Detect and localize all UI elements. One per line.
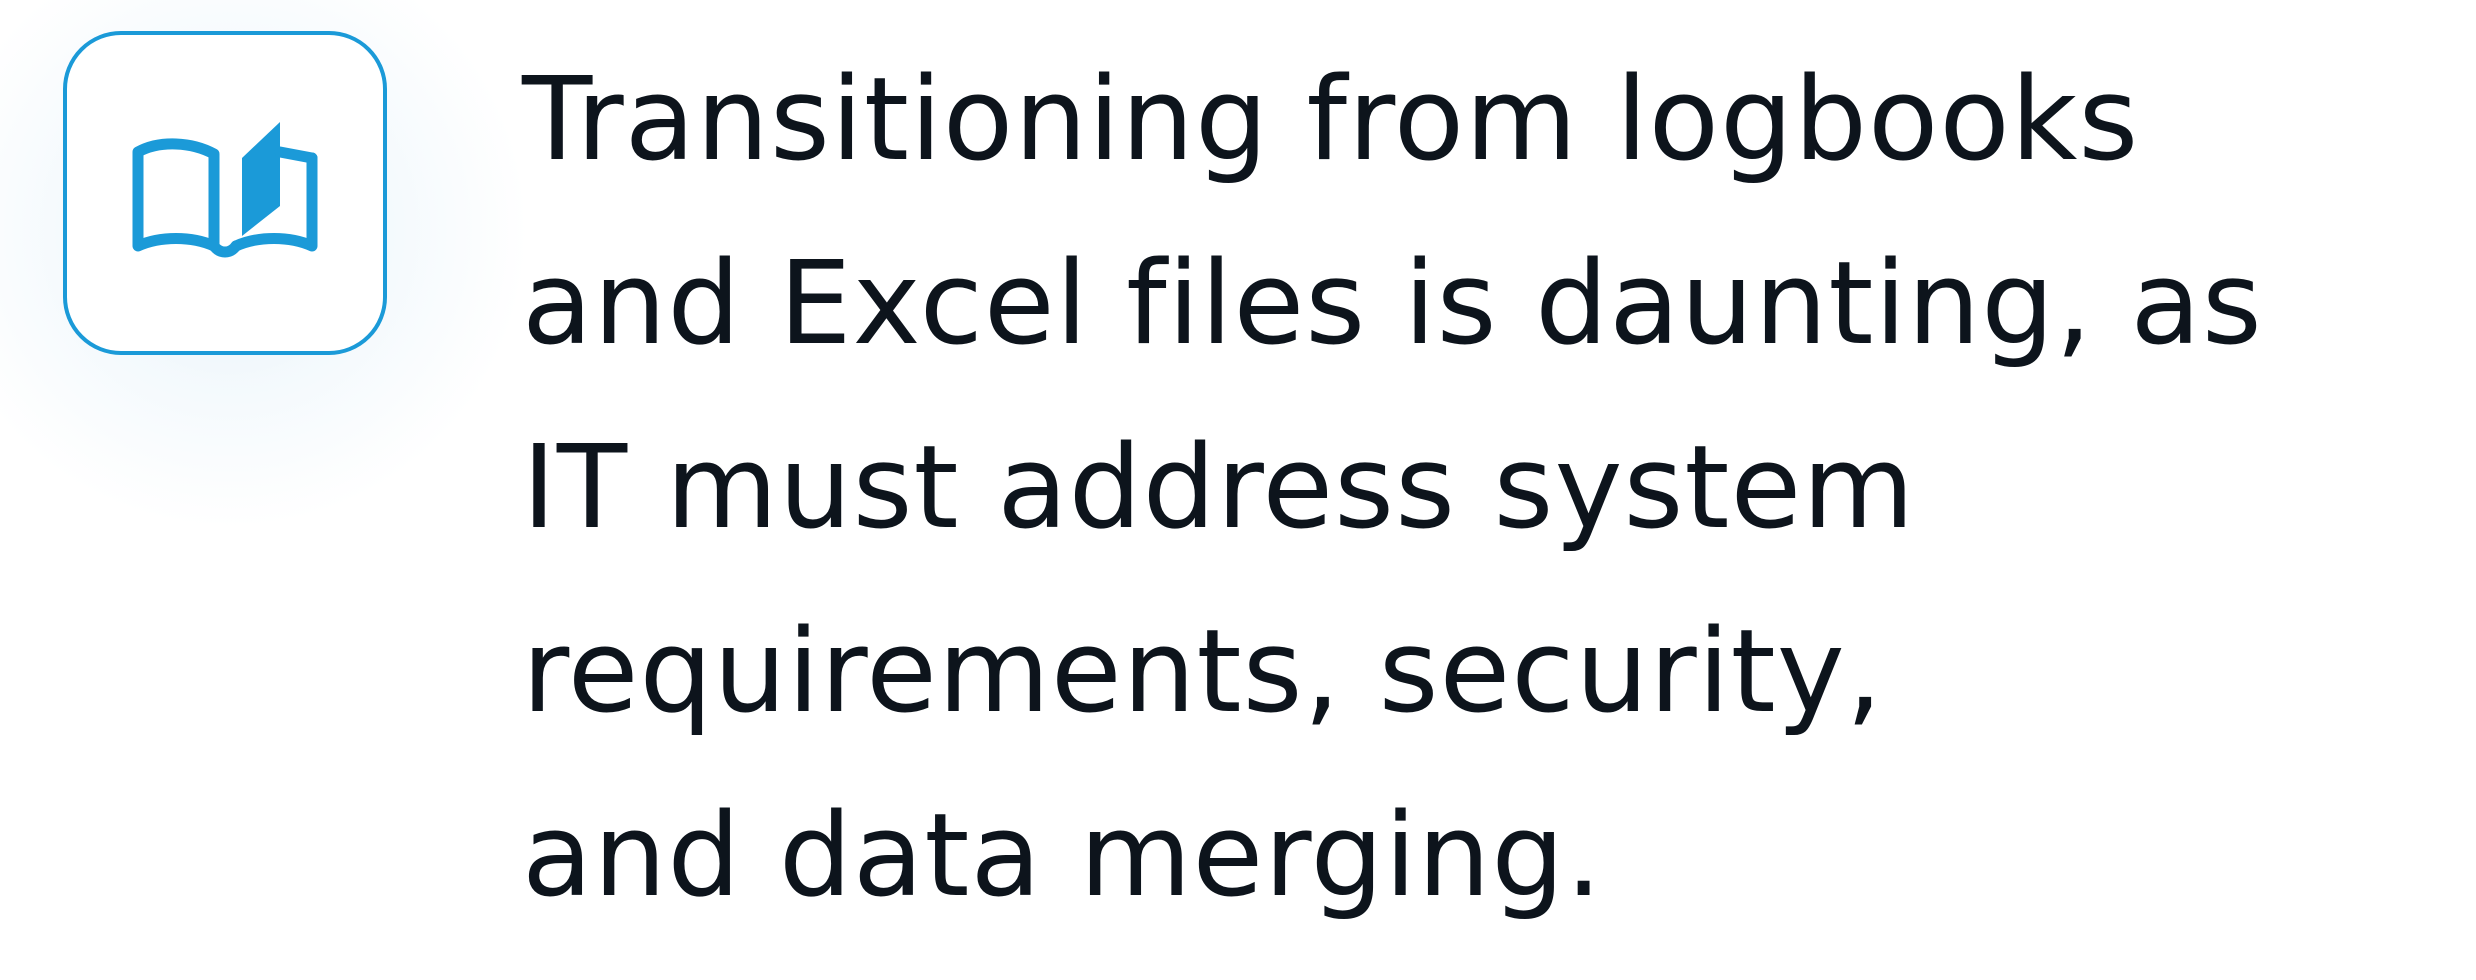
headline-line: and data merging. bbox=[522, 789, 1603, 923]
headline-line: IT must address system bbox=[522, 421, 1916, 555]
feature-card: Transitioning from logbooks and Excel fi… bbox=[0, 0, 2476, 980]
headline-line: requirements, security, bbox=[522, 605, 1884, 739]
headline-line: and Excel files is daunting, as bbox=[522, 237, 2263, 371]
headline-line: Transitioning from logbooks bbox=[522, 53, 2140, 187]
icon-tile bbox=[63, 31, 387, 355]
headline: Transitioning from logbooks and Excel fi… bbox=[522, 28, 2452, 948]
open-book-icon bbox=[132, 122, 318, 258]
